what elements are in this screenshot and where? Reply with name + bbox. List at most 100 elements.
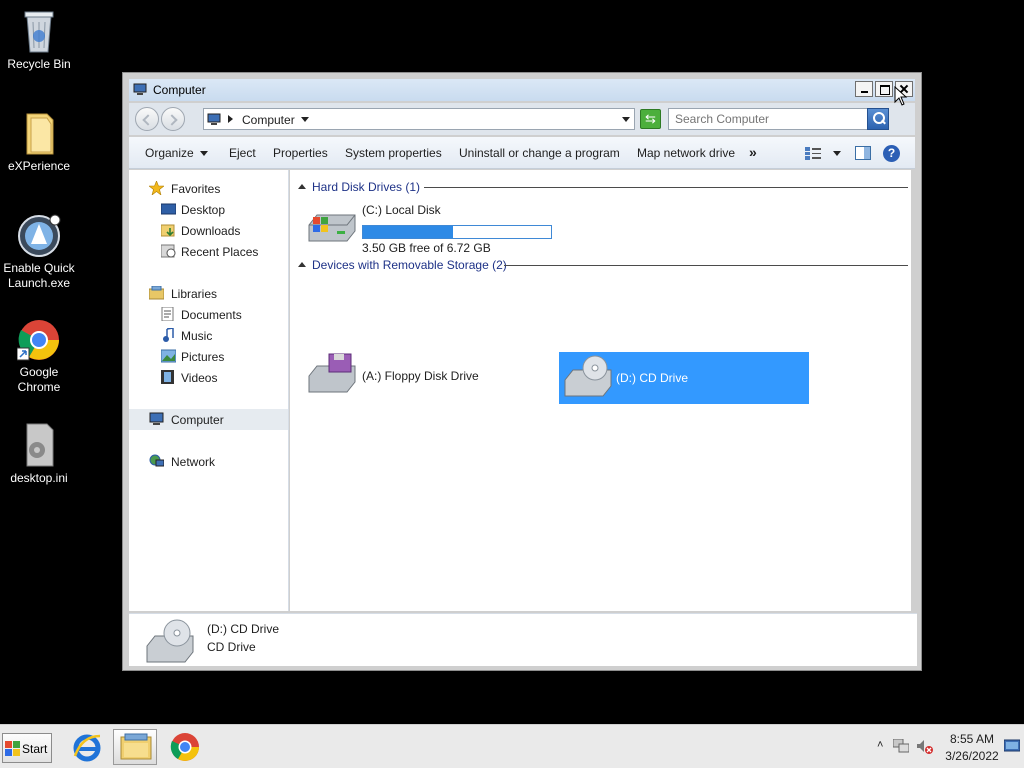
- chevron-down-icon[interactable]: [301, 117, 309, 122]
- uninstall-program-button[interactable]: Uninstall or change a program: [459, 146, 620, 160]
- nav-label: Pictures: [181, 350, 225, 364]
- system-properties-button[interactable]: System properties: [345, 146, 442, 160]
- desktop-icon-desktop-ini[interactable]: desktop.ini: [2, 422, 76, 486]
- desktop-icon-experience[interactable]: eXPerience: [2, 110, 76, 174]
- nav-desktop[interactable]: Desktop: [129, 199, 288, 220]
- chevron-down-icon: [199, 151, 208, 157]
- start-button[interactable]: Start: [2, 733, 52, 763]
- organize-button[interactable]: Organize: [145, 146, 208, 160]
- nav-label: Downloads: [181, 224, 241, 238]
- views-icon[interactable]: [805, 147, 821, 160]
- group-divider: [424, 187, 908, 188]
- libraries-icon: [148, 285, 165, 300]
- cd-drive-icon: [145, 618, 195, 664]
- group-title: Hard Disk Drives (1): [312, 180, 421, 194]
- windows-flag-icon: [5, 741, 20, 756]
- floppy-drive-icon: [307, 352, 356, 396]
- taskbar-windows-explorer[interactable]: [113, 729, 157, 765]
- drive-name: (C:) Local Disk: [362, 203, 441, 217]
- cd-drive-icon: [563, 354, 612, 398]
- desktop-icon-enable-quick-launch[interactable]: Enable Quick Launch.exe: [2, 212, 76, 291]
- desktop-icon-recycle-bin[interactable]: Recycle Bin: [2, 8, 76, 72]
- nav-label: Videos: [181, 371, 218, 385]
- videos-icon: [161, 370, 176, 384]
- system-clock[interactable]: 8:55 AM 3/26/2022: [940, 731, 1004, 765]
- show-desktop-icon[interactable]: [1003, 739, 1021, 753]
- volume-muted-icon[interactable]: [916, 739, 934, 755]
- nav-videos[interactable]: Videos: [129, 367, 288, 388]
- clock-time: 8:55 AM: [949, 732, 995, 746]
- properties-button[interactable]: Properties: [273, 146, 328, 160]
- nav-documents[interactable]: Documents: [129, 304, 288, 325]
- desktop-icon-label: eXPerience: [7, 159, 71, 173]
- computer-icon: [149, 412, 164, 426]
- search-icon[interactable]: [867, 108, 889, 130]
- folder-icon: [120, 733, 152, 764]
- drive-free-space: 3.50 GB free of 6.72 GB: [362, 241, 491, 255]
- back-button[interactable]: [135, 107, 159, 131]
- drive-d-cd[interactable]: (D:) CD Drive: [559, 352, 809, 404]
- nav-pictures[interactable]: Pictures: [129, 346, 288, 367]
- recent-places-icon: [160, 244, 176, 258]
- address-row: Computer ⇆: [129, 103, 915, 135]
- eject-button[interactable]: Eject: [229, 146, 256, 160]
- command-bar: Organize Eject Properties System propert…: [129, 137, 915, 169]
- documents-icon: [161, 306, 176, 322]
- maximize-button[interactable]: [875, 81, 893, 97]
- title-bar[interactable]: Computer: [129, 79, 915, 101]
- downloads-folder-icon: [160, 223, 176, 237]
- drive-a-floppy[interactable]: (A:) Floppy Disk Drive: [307, 352, 527, 400]
- desktop-icon-label: Google Chrome: [17, 365, 61, 394]
- nav-network[interactable]: Network: [129, 451, 288, 472]
- taskbar-google-chrome[interactable]: [164, 729, 208, 765]
- network-tray-icon[interactable]: [892, 738, 910, 753]
- breadcrumb-computer[interactable]: Computer: [242, 113, 295, 127]
- nav-downloads[interactable]: Downloads: [129, 220, 288, 241]
- settings-file-icon: [17, 422, 61, 468]
- group-title: Devices with Removable Storage (2): [312, 258, 507, 272]
- address-history-dropdown[interactable]: [622, 117, 630, 122]
- show-hidden-icons-button[interactable]: ˄: [877, 739, 883, 751]
- nav-recent-places[interactable]: Recent Places: [129, 241, 288, 262]
- star-icon: [148, 180, 165, 196]
- map-network-drive-button[interactable]: Map network drive: [637, 146, 735, 160]
- nav-computer[interactable]: Computer: [129, 409, 288, 430]
- group-header-removable-storage[interactable]: Devices with Removable Storage (2): [298, 258, 507, 272]
- address-bar[interactable]: Computer: [203, 108, 635, 130]
- nav-libraries[interactable]: Libraries: [129, 283, 288, 304]
- clock-date: 3/26/2022: [945, 749, 999, 763]
- nav-label: Desktop: [181, 203, 226, 217]
- nav-label: Libraries: [171, 287, 218, 301]
- nav-label: Documents: [181, 308, 242, 322]
- minimize-button[interactable]: [855, 81, 873, 97]
- explorer-window: Computer Computer ⇆ Organize Eject Prope…: [122, 72, 922, 671]
- drive-c-local-disk[interactable]: (C:) Local Disk 3.50 GB free of 6.72 GB: [307, 201, 557, 255]
- search-input[interactable]: [669, 109, 859, 129]
- views-dropdown[interactable]: [833, 151, 841, 156]
- more-commands-button[interactable]: »: [749, 144, 757, 160]
- details-type: CD Drive: [207, 640, 256, 654]
- nav-favorites[interactable]: Favorites: [129, 178, 288, 199]
- desktop-icon-google-chrome[interactable]: Google Chrome: [2, 316, 76, 395]
- help-icon[interactable]: ?: [883, 145, 900, 162]
- navigation-pane: Favorites Desktop Downloads Recent Place…: [129, 170, 289, 611]
- desktop-icon-label: desktop.ini: [10, 471, 68, 485]
- preview-pane-icon[interactable]: [855, 146, 871, 160]
- content-pane: Hard Disk Drives (1) (C:) Local Disk 3.5…: [290, 170, 911, 611]
- group-header-hard-disk-drives[interactable]: Hard Disk Drives (1): [298, 180, 420, 194]
- computer-icon: [207, 113, 221, 125]
- disk-usage-fill: [363, 226, 454, 238]
- taskbar-internet-explorer[interactable]: [66, 729, 110, 765]
- pictures-icon: [160, 349, 177, 363]
- drive-name: (A:) Floppy Disk Drive: [362, 369, 479, 383]
- nav-music[interactable]: Music: [129, 325, 288, 346]
- nav-label: Favorites: [171, 182, 221, 196]
- forward-button[interactable]: [161, 107, 185, 131]
- refresh-button[interactable]: ⇆: [640, 109, 661, 129]
- search-box: [668, 108, 889, 130]
- collapse-triangle-icon: [298, 184, 306, 189]
- taskbar: Start ˄ 8:55 AM 3/26/2022: [0, 724, 1024, 768]
- breadcrumb-arrow-icon[interactable]: [228, 115, 237, 123]
- nav-label: Network: [171, 455, 216, 469]
- internet-explorer-icon: [72, 732, 102, 765]
